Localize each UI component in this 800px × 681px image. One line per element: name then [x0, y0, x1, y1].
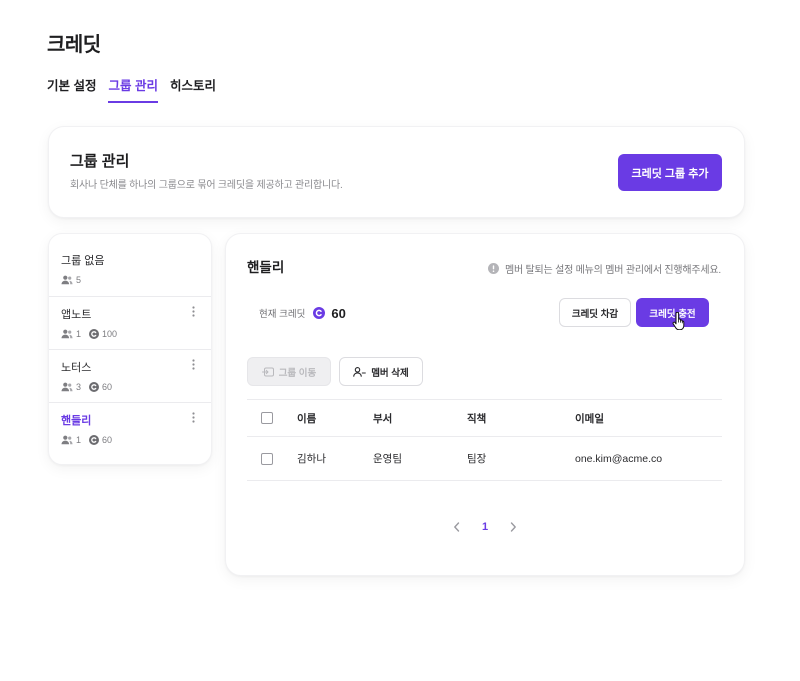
chevron-right-icon[interactable]: [509, 521, 517, 533]
credit-coin-icon: [89, 435, 100, 445]
move-group-button[interactable]: 그룹 이동: [247, 357, 331, 386]
group-name: 앱노트: [61, 309, 92, 321]
cell-email: one.kim@acme.co: [575, 452, 663, 465]
cell-position: 팀장: [467, 453, 487, 465]
notice-text: 멤버 탈퇴는 설정 메뉴의 멤버 관리에서 진행해주세요.: [504, 264, 721, 276]
group-list: 그룹 없음 5 앱노트 1 100 노터스 3 60 핸들리 1 60: [48, 233, 212, 465]
member-count: 1: [76, 435, 82, 445]
group-detail-title: 핸들리: [247, 260, 285, 275]
tab-basic-settings[interactable]: 기본 설정: [47, 76, 96, 103]
column-header-name: 이름: [297, 412, 317, 425]
cell-name: 김하나: [297, 453, 326, 465]
group-item-no-group[interactable]: 그룹 없음 5: [49, 243, 211, 296]
current-credit-value: 60: [331, 305, 346, 321]
chevron-left-icon[interactable]: [453, 521, 461, 533]
members-icon: [61, 275, 73, 285]
credit-count: 60: [102, 435, 113, 445]
tab-group-management[interactable]: 그룹 관리: [108, 76, 158, 103]
group-header-card: 그룹 관리 회사나 단체를 하나의 그룹으로 묶어 크레딧을 제공하고 관리합니…: [48, 126, 745, 218]
pagination: 1: [226, 518, 744, 536]
deduct-credit-button[interactable]: 크레딧 차감: [559, 298, 631, 327]
group-meta: 3 60: [61, 380, 199, 394]
credit-count: 100: [102, 329, 118, 339]
group-name: 그룹 없음: [61, 255, 105, 267]
member-count: 1: [76, 329, 82, 339]
member-count: 5: [76, 275, 82, 285]
table-header: 이름 부서 직책 이메일: [247, 400, 722, 437]
delete-member-button[interactable]: 멤버 삭제: [339, 357, 423, 386]
members-icon: [61, 382, 73, 392]
page-number[interactable]: 1: [481, 521, 489, 533]
move-group-icon: [261, 367, 274, 377]
info-icon: [487, 262, 499, 274]
credit-coin-icon: [313, 307, 326, 319]
group-header-title: 그룹 관리: [70, 153, 130, 170]
tab-bar: 기본 설정 그룹 관리 히스토리: [47, 76, 216, 103]
column-header-email: 이메일: [575, 412, 604, 425]
move-group-label: 그룹 이동: [278, 367, 317, 379]
add-credit-group-button[interactable]: 크레딧 그룹 추가: [618, 154, 722, 191]
group-item-notus[interactable]: 노터스 3 60: [49, 349, 211, 402]
delete-member-label: 멤버 삭제: [371, 367, 409, 379]
group-header-description: 회사나 단체를 하나의 그룹으로 묶어 크레딧을 제공하고 관리합니다.: [70, 180, 343, 191]
group-detail-panel: 핸들리 멤버 탈퇴는 설정 메뉴의 멤버 관리에서 진행해주세요. 현재 크레딧…: [225, 233, 745, 576]
column-header-department: 부서: [373, 412, 393, 425]
kebab-menu-icon[interactable]: [189, 357, 197, 371]
kebab-menu-icon[interactable]: [189, 410, 197, 424]
credit-count: 60: [102, 382, 113, 392]
user-minus-icon: [353, 366, 367, 377]
group-meta: 1 60: [61, 433, 199, 447]
credit-coin-icon: [89, 382, 100, 392]
member-count: 3: [76, 382, 82, 392]
member-leave-notice: 멤버 탈퇴는 설정 메뉴의 멤버 관리에서 진행해주세요.: [487, 261, 721, 276]
credit-coin-icon: [89, 329, 100, 339]
group-item-handley[interactable]: 핸들리 1 60: [49, 402, 211, 455]
current-credit: 현재 크레딧 60: [259, 305, 346, 321]
current-credit-label: 현재 크레딧: [259, 309, 306, 320]
charge-credit-button[interactable]: 크레딧 충전: [636, 298, 709, 327]
group-item-appnote[interactable]: 앱노트 1 100: [49, 296, 211, 349]
kebab-menu-icon[interactable]: [189, 304, 197, 318]
members-icon: [61, 329, 73, 339]
page-title: 크레딧: [47, 34, 101, 56]
group-name: 핸들리: [61, 415, 92, 427]
cell-department: 운영팀: [373, 453, 402, 465]
tab-history[interactable]: 히스토리: [170, 76, 216, 103]
row-checkbox[interactable]: [261, 452, 273, 465]
table-row: 김하나 운영팀 팀장 one.kim@acme.co: [247, 437, 722, 481]
group-meta: 1 100: [61, 327, 199, 341]
member-table: 이름 부서 직책 이메일 김하나 운영팀 팀장 one.kim@acme.co: [247, 399, 722, 481]
group-name: 노터스: [61, 362, 92, 374]
column-header-position: 직책: [467, 412, 487, 425]
group-meta: 5: [61, 273, 199, 287]
select-all-checkbox[interactable]: [261, 412, 273, 424]
members-icon: [61, 435, 73, 445]
